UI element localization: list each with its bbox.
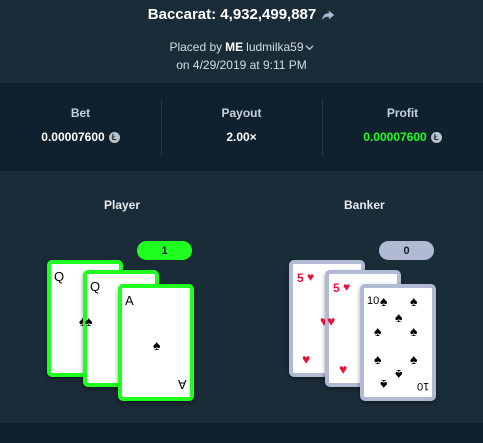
card-rank: 10 bbox=[367, 295, 380, 307]
spade-icon: ♠ bbox=[153, 337, 161, 353]
card-rank: Q bbox=[54, 269, 65, 284]
spade-icon: ♠ bbox=[374, 351, 382, 367]
profit-value-row: 0.00007600 Ł bbox=[322, 130, 483, 144]
card-rank: 5 bbox=[333, 281, 340, 295]
payout-value-row: 2.00× bbox=[161, 130, 322, 144]
card-rank: 5 bbox=[297, 271, 304, 285]
placed-by-label: Placed by bbox=[169, 40, 223, 54]
player-label: Player bbox=[104, 198, 141, 212]
card-rank-bottom: A bbox=[178, 377, 187, 392]
payout-label: Payout bbox=[221, 106, 262, 120]
bottom-panel bbox=[0, 423, 483, 443]
litecoin-icon: Ł bbox=[108, 131, 120, 143]
bet-stat: Bet 0.00007600 Ł bbox=[0, 83, 161, 171]
bet-header: Baccarat: 4,932,499,887 Placed by ME lud… bbox=[0, 0, 483, 83]
player-score-badge: 1 bbox=[137, 241, 192, 260]
litecoin-icon: Ł bbox=[430, 131, 442, 143]
game-title: Baccarat: 4,932,499,887 bbox=[147, 6, 317, 23]
payout-stat: Payout 2.00× bbox=[161, 83, 322, 171]
bet-date: on 4/29/2019 at 9:11 PM bbox=[176, 58, 307, 72]
card-rank: Q bbox=[90, 279, 101, 294]
card-rank: A bbox=[125, 293, 134, 308]
stats-panel: Bet 0.00007600 Ł Payout 2.00× Profit 0.0… bbox=[0, 83, 483, 171]
bet-amount: 0.00007600 bbox=[41, 130, 105, 144]
share-arrow-icon[interactable] bbox=[321, 8, 335, 22]
profit-stat: Profit 0.00007600 Ł bbox=[322, 83, 483, 171]
spade-icon: ♠ bbox=[395, 367, 403, 383]
profit-amount: 0.00007600 bbox=[363, 130, 427, 144]
spade-icon: ♠ bbox=[410, 351, 418, 367]
banker-label: Banker bbox=[344, 198, 385, 212]
spade-icon: ♠ bbox=[374, 323, 382, 339]
username-link[interactable]: ludmilka59 bbox=[246, 40, 314, 54]
heart-icon: ♥ bbox=[327, 313, 336, 329]
placed-by-row: Placed by ME ludmilka59 bbox=[0, 40, 483, 54]
banker-card-3: 10 ♠ ♠ ♠ ♠ ♠ ♠ ♠ ♠ ♠ 10 bbox=[360, 284, 436, 401]
heart-icon: ♥ bbox=[339, 361, 348, 377]
bet-label: Bet bbox=[70, 106, 91, 120]
payout-multiplier: 2.00× bbox=[226, 130, 257, 144]
banker-score-badge: 0 bbox=[379, 241, 434, 260]
spade-icon: ♠ bbox=[380, 377, 388, 393]
card-rank-bottom: 10 bbox=[416, 380, 429, 392]
profit-label: Profit bbox=[386, 106, 419, 120]
heart-icon: ♥ bbox=[307, 270, 315, 284]
spade-icon: ♠ bbox=[380, 293, 388, 309]
heart-icon: ♥ bbox=[302, 351, 311, 367]
bet-value-row: 0.00007600 Ł bbox=[0, 130, 161, 144]
chevron-down-icon bbox=[304, 44, 314, 50]
spade-icon: ♠ bbox=[410, 293, 418, 309]
username: ludmilka59 bbox=[246, 40, 304, 54]
me-label: ME bbox=[225, 40, 244, 54]
spade-icon: ♠ bbox=[395, 309, 403, 325]
player-card-3: A ♠ A bbox=[118, 284, 194, 401]
heart-icon: ♥ bbox=[343, 280, 351, 294]
title-row: Baccarat: 4,932,499,887 bbox=[0, 0, 483, 23]
spade-icon: ♠ bbox=[85, 313, 93, 329]
spade-icon: ♠ bbox=[410, 323, 418, 339]
